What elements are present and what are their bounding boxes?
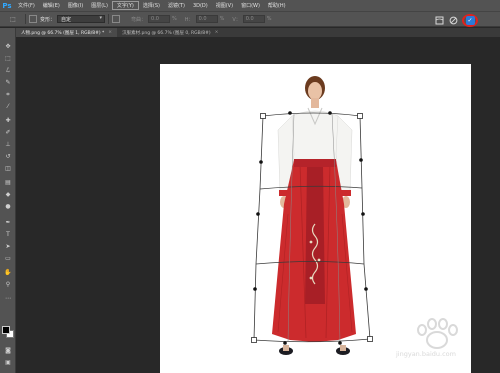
options-bar: ⬚ 变形： 自定 弯曲： 0.0 % H： 0.0 % V： 0.0 % ✓ — [0, 11, 500, 27]
shape-tool-icon[interactable]: ▭ — [2, 254, 14, 263]
h-unit: % — [219, 16, 225, 22]
control-point[interactable] — [361, 212, 365, 216]
model-figure — [272, 76, 356, 355]
screen-mode-icon[interactable]: ▣ — [2, 358, 14, 367]
warp-label: 变形： — [40, 16, 56, 23]
warp-orientation-icon[interactable] — [112, 15, 121, 23]
foreground-color-swatch[interactable] — [2, 326, 10, 334]
quick-select-tool-icon[interactable]: ✎ — [2, 78, 14, 87]
menu-bar: Ps 文件(F) 编辑(E) 图像(I) 图层(L) 文字(Y) 选择(S) 滤… — [0, 0, 500, 11]
cancel-icon[interactable] — [448, 16, 458, 26]
menu-layer[interactable]: 图层(L) — [87, 1, 112, 10]
marquee-tool-icon[interactable]: ⬚ — [2, 54, 14, 63]
control-point[interactable] — [359, 158, 363, 162]
transform-tool-icon[interactable]: ⬚ — [4, 13, 22, 25]
stamp-tool-icon[interactable]: ⊥ — [2, 140, 14, 149]
menu-file[interactable]: 文件(F) — [14, 1, 39, 10]
move-tool-icon[interactable]: ✥ — [2, 42, 14, 51]
menu-window[interactable]: 窗口(W) — [237, 1, 264, 10]
menu-type[interactable]: 文字(Y) — [111, 1, 139, 10]
blur-tool-icon[interactable]: ◆ — [2, 190, 14, 199]
quick-mask-icon[interactable]: ◙ — [2, 346, 14, 355]
menu-help[interactable]: 帮助(H) — [264, 1, 290, 10]
photoshop-logo: Ps — [2, 1, 12, 10]
tab-label: 人物.png @ 66.7% (图层 1, RGB/8#) * — [21, 30, 105, 36]
close-icon[interactable]: × — [215, 30, 219, 35]
v-label: V： — [232, 16, 241, 23]
warp-handle[interactable] — [260, 113, 266, 119]
zoom-tool-icon[interactable]: ⚲ — [2, 280, 14, 289]
control-point[interactable] — [253, 287, 257, 291]
lasso-tool-icon[interactable]: ℒ — [2, 66, 14, 75]
control-point[interactable] — [256, 212, 260, 216]
v-unit: % — [266, 16, 272, 22]
bend-input[interactable]: 0.0 — [148, 15, 171, 23]
dodge-tool-icon[interactable]: ● — [2, 202, 14, 211]
tab-renwu[interactable]: 人物.png @ 66.7% (图层 1, RGB/8#) * × — [16, 28, 118, 37]
reference-point-icon[interactable] — [29, 15, 37, 23]
divider — [108, 14, 110, 24]
bend-label: 弯曲： — [131, 16, 147, 23]
control-point[interactable] — [283, 341, 287, 345]
checkmark-icon[interactable]: ✓ — [465, 16, 475, 25]
h-distortion-input[interactable]: 0.0 — [195, 15, 218, 23]
crop-tool-icon[interactable]: ⌗ — [2, 90, 14, 99]
control-point[interactable] — [259, 160, 263, 164]
menu-select[interactable]: 选择(S) — [139, 1, 164, 10]
warp-toggle-icon[interactable] — [434, 16, 444, 26]
warp-toggle-glyph — [435, 16, 443, 25]
eyedropper-tool-icon[interactable]: ⁄ — [2, 102, 14, 111]
path-select-tool-icon[interactable]: ➤ — [2, 242, 14, 251]
cancel-glyph — [449, 16, 457, 25]
control-point[interactable] — [328, 111, 332, 115]
control-point[interactable] — [288, 111, 292, 115]
h-label: H： — [184, 16, 194, 23]
healing-tool-icon[interactable]: ✚ — [2, 116, 14, 125]
commit-controls: ✓ — [434, 14, 478, 27]
menu-image[interactable]: 图像(I) — [64, 1, 87, 10]
menu-3d[interactable]: 3D(D) — [189, 1, 212, 10]
v-distortion-input[interactable]: 0.0 — [242, 15, 265, 23]
warp-handle[interactable] — [367, 336, 373, 342]
type-tool-icon[interactable]: T — [2, 230, 14, 239]
brush-tool-icon[interactable]: ✐ — [2, 128, 14, 137]
watermark-text: jingyan.baidu.com — [396, 350, 456, 358]
bend-unit: % — [172, 16, 177, 22]
commit-highlight: ✓ — [462, 14, 478, 27]
history-brush-tool-icon[interactable]: ↺ — [2, 152, 14, 161]
eraser-tool-icon[interactable]: ◫ — [2, 164, 14, 173]
tools-panel: ✥ ⬚ ℒ ✎ ⌗ ⁄ ✚ ✐ ⊥ ↺ ◫ ▤ ◆ ● ✒ T ➤ ▭ ✋ ⚲ … — [0, 28, 16, 373]
control-point[interactable] — [338, 341, 342, 345]
warp-handle[interactable] — [251, 337, 257, 343]
menu-view[interactable]: 视图(V) — [212, 1, 237, 10]
hand-tool-icon[interactable]: ✋ — [2, 268, 14, 277]
menu-filter[interactable]: 滤镜(T) — [164, 1, 189, 10]
tab-hanfu[interactable]: 汉服素材.png @ 66.7% (图层 0, RGB/8#) × — [117, 28, 223, 37]
more-tools-icon[interactable]: ⋯ — [2, 294, 14, 303]
gradient-tool-icon[interactable]: ▤ — [2, 178, 14, 187]
control-point[interactable] — [364, 287, 368, 291]
document-tabs: 人物.png @ 66.7% (图层 1, RGB/8#) * × 汉服素材.p… — [16, 28, 500, 37]
close-icon[interactable]: × — [108, 30, 112, 35]
warp-style-select[interactable]: 自定 — [57, 15, 106, 23]
warp-handle[interactable] — [357, 113, 363, 119]
tab-label: 汉服素材.png @ 66.7% (图层 0, RGB/8#) — [122, 30, 211, 36]
menu-edit[interactable]: 编辑(E) — [39, 1, 64, 10]
pen-tool-icon[interactable]: ✒ — [2, 218, 14, 227]
paw-logo-icon — [417, 318, 458, 349]
divider — [25, 14, 26, 24]
baidu-jingyan-watermark: jingyan.baidu.com — [380, 318, 488, 366]
